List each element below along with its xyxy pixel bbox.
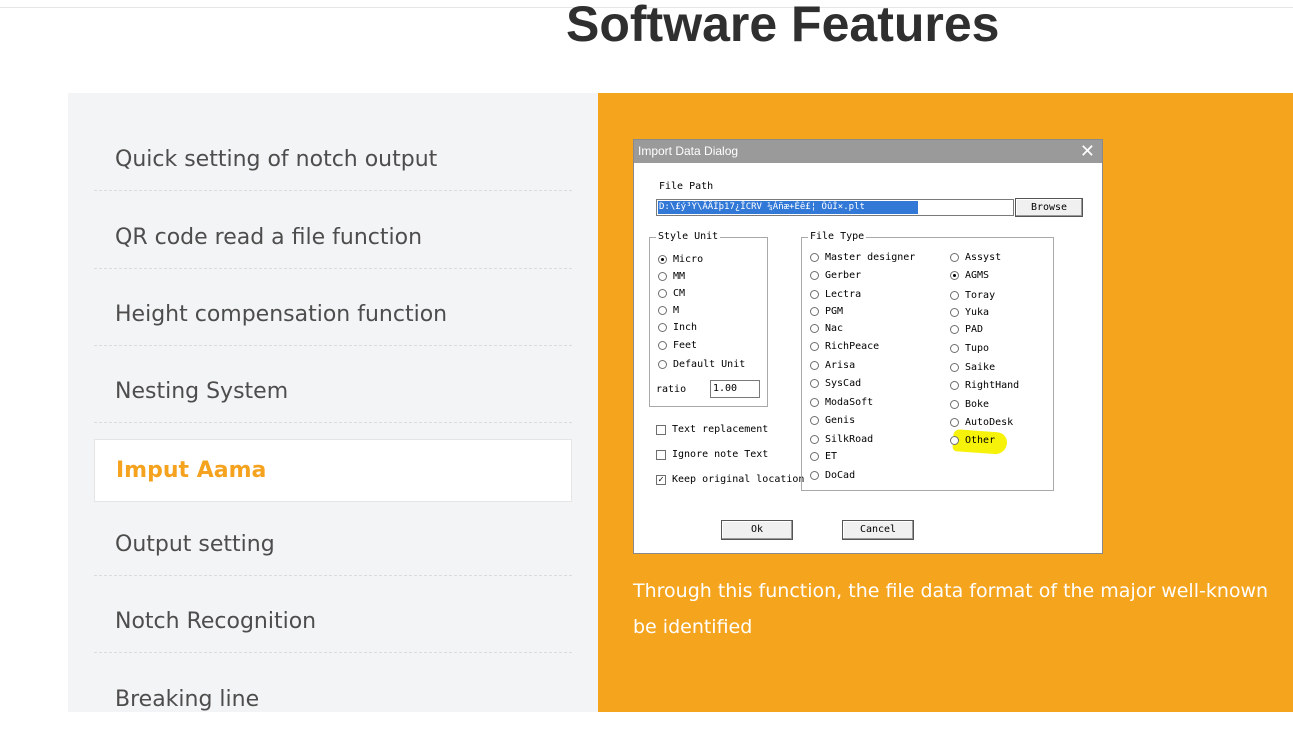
menu-item-notch-recognition[interactable]: Notch Recognition	[94, 590, 572, 653]
radio-icon	[950, 325, 959, 334]
file-type-et[interactable]: ET	[810, 451, 837, 462]
file-type-assyst[interactable]: Assyst	[950, 252, 1001, 263]
radio-icon	[810, 290, 819, 299]
menu-item-output-setting[interactable]: Output setting	[94, 513, 572, 576]
unit-option-mm[interactable]: MM	[658, 271, 685, 282]
file-type-master-designer[interactable]: Master designer	[810, 252, 915, 263]
unit-option-micro[interactable]: Micro	[658, 254, 703, 265]
file-type-arisa[interactable]: Arisa	[810, 360, 855, 371]
radio-icon	[658, 323, 667, 332]
file-type-syscad[interactable]: SysCad	[810, 378, 861, 389]
radio-icon	[810, 307, 819, 316]
file-type-richpeace[interactable]: RichPeace	[810, 341, 879, 352]
radio-icon	[810, 416, 819, 425]
radio-icon	[950, 308, 959, 317]
file-type-agms[interactable]: AGMS	[950, 270, 989, 281]
radio-icon	[810, 342, 819, 351]
radio-icon	[810, 361, 819, 370]
unit-option-default[interactable]: Default Unit	[658, 359, 745, 370]
radio-selected-icon	[950, 271, 959, 280]
file-type-saike[interactable]: Saike	[950, 362, 995, 373]
file-type-other[interactable]: Other	[950, 435, 995, 446]
file-type-righthand[interactable]: RightHand	[950, 380, 1019, 391]
radio-icon	[950, 291, 959, 300]
file-type-genis[interactable]: Genis	[810, 415, 855, 426]
description-line-2: be identified	[633, 616, 753, 638]
menu-item-imput-aama[interactable]: Imput Aama	[94, 439, 572, 502]
feature-detail-panel: Import Data Dialog ✕ File Path D:\£ý³Ý\Ä…	[598, 93, 1293, 712]
checkbox-icon	[656, 449, 666, 460]
file-path-value: D:\£ý³Ý\ÄÄÍþ17¿ÎCRV ¼Àñæ+Èê£¦ ÕûÌ×.plt	[658, 201, 918, 214]
radio-icon	[810, 324, 819, 333]
checkmark-icon: ✓	[656, 474, 666, 485]
file-path-input[interactable]: D:\£ý³Ý\ÄÄÍþ17¿ÎCRV ¼Àñæ+Èê£¦ ÕûÌ×.plt	[656, 199, 1014, 216]
file-type-pad[interactable]: PAD	[950, 324, 983, 335]
ignore-note-text-checkbox[interactable]: Ignore note Text	[656, 449, 768, 460]
radio-icon	[810, 379, 819, 388]
radio-selected-icon	[658, 255, 667, 264]
menu-item-qr-code[interactable]: QR code read a file function	[94, 206, 572, 269]
unit-option-inch[interactable]: Inch	[658, 322, 697, 333]
radio-icon	[658, 341, 667, 350]
radio-icon	[810, 471, 819, 480]
file-type-title: File Type	[808, 231, 867, 242]
ratio-label: ratio	[656, 384, 687, 395]
unit-option-cm[interactable]: CM	[658, 288, 685, 299]
unit-option-m[interactable]: M	[658, 305, 679, 316]
close-icon[interactable]: ✕	[1080, 140, 1095, 162]
radio-icon	[950, 418, 959, 427]
file-type-tupo[interactable]: Tupo	[950, 343, 989, 354]
radio-icon	[810, 253, 819, 262]
browse-button[interactable]: Browse	[1015, 198, 1083, 217]
file-type-docad[interactable]: DoCad	[810, 470, 855, 481]
menu-item-nesting-system[interactable]: Nesting System	[94, 360, 572, 423]
radio-icon	[950, 253, 959, 262]
text-replacement-checkbox[interactable]: Text replacement	[656, 424, 768, 435]
cancel-button[interactable]: Cancel	[842, 520, 914, 540]
features-menu: Quick setting of notch output QR code re…	[68, 93, 598, 712]
menu-item-quick-setting-notch[interactable]: Quick setting of notch output	[94, 128, 572, 191]
radio-icon	[658, 272, 667, 281]
import-data-dialog-screenshot: Import Data Dialog ✕ File Path D:\£ý³Ý\Ä…	[633, 139, 1103, 554]
radio-icon	[950, 400, 959, 409]
radio-icon	[950, 363, 959, 372]
unit-option-feet[interactable]: Feet	[658, 340, 697, 351]
radio-icon	[658, 306, 667, 315]
radio-icon	[810, 435, 819, 444]
file-path-label: File Path	[659, 181, 714, 192]
menu-item-breaking-line[interactable]: Breaking line	[94, 668, 572, 731]
dialog-title: Import Data Dialog	[638, 144, 739, 158]
menu-item-height-compensation[interactable]: Height compensation function	[94, 283, 572, 346]
keep-original-location-checkbox[interactable]: ✓ Keep original location	[656, 474, 804, 485]
file-type-lectra[interactable]: Lectra	[810, 289, 861, 300]
file-type-gerber[interactable]: Gerber	[810, 270, 861, 281]
description-line-1: Through this function, the file data for…	[633, 580, 1269, 602]
file-type-toray[interactable]: Toray	[950, 290, 995, 301]
radio-icon	[950, 344, 959, 353]
file-type-yuka[interactable]: Yuka	[950, 307, 989, 318]
file-type-autodesk[interactable]: AutoDesk	[950, 417, 1013, 428]
ok-button[interactable]: Ok	[721, 520, 793, 540]
dialog-body: File Path D:\£ý³Ý\ÄÄÍþ17¿ÎCRV ¼Àñæ+Èê£¦ …	[634, 163, 1102, 553]
file-type-pgm[interactable]: PGM	[810, 306, 843, 317]
file-type-modasoft[interactable]: ModaSoft	[810, 397, 873, 408]
feature-description: Through this function, the file data for…	[633, 573, 1293, 645]
file-type-boke[interactable]: Boke	[950, 399, 989, 410]
file-type-nac[interactable]: Nac	[810, 323, 843, 334]
ratio-input[interactable]: 1.00	[710, 380, 760, 398]
radio-icon	[950, 436, 959, 445]
radio-icon	[810, 271, 819, 280]
checkbox-icon	[656, 424, 666, 435]
radio-icon	[810, 398, 819, 407]
radio-icon	[658, 360, 667, 369]
page-title: Software Features	[566, 0, 1000, 52]
style-unit-title: Style Unit	[656, 231, 721, 242]
radio-icon	[810, 452, 819, 461]
file-type-silkroad[interactable]: SilkRoad	[810, 434, 873, 445]
dialog-titlebar: Import Data Dialog ✕	[634, 140, 1102, 163]
radio-icon	[950, 381, 959, 390]
radio-icon	[658, 289, 667, 298]
